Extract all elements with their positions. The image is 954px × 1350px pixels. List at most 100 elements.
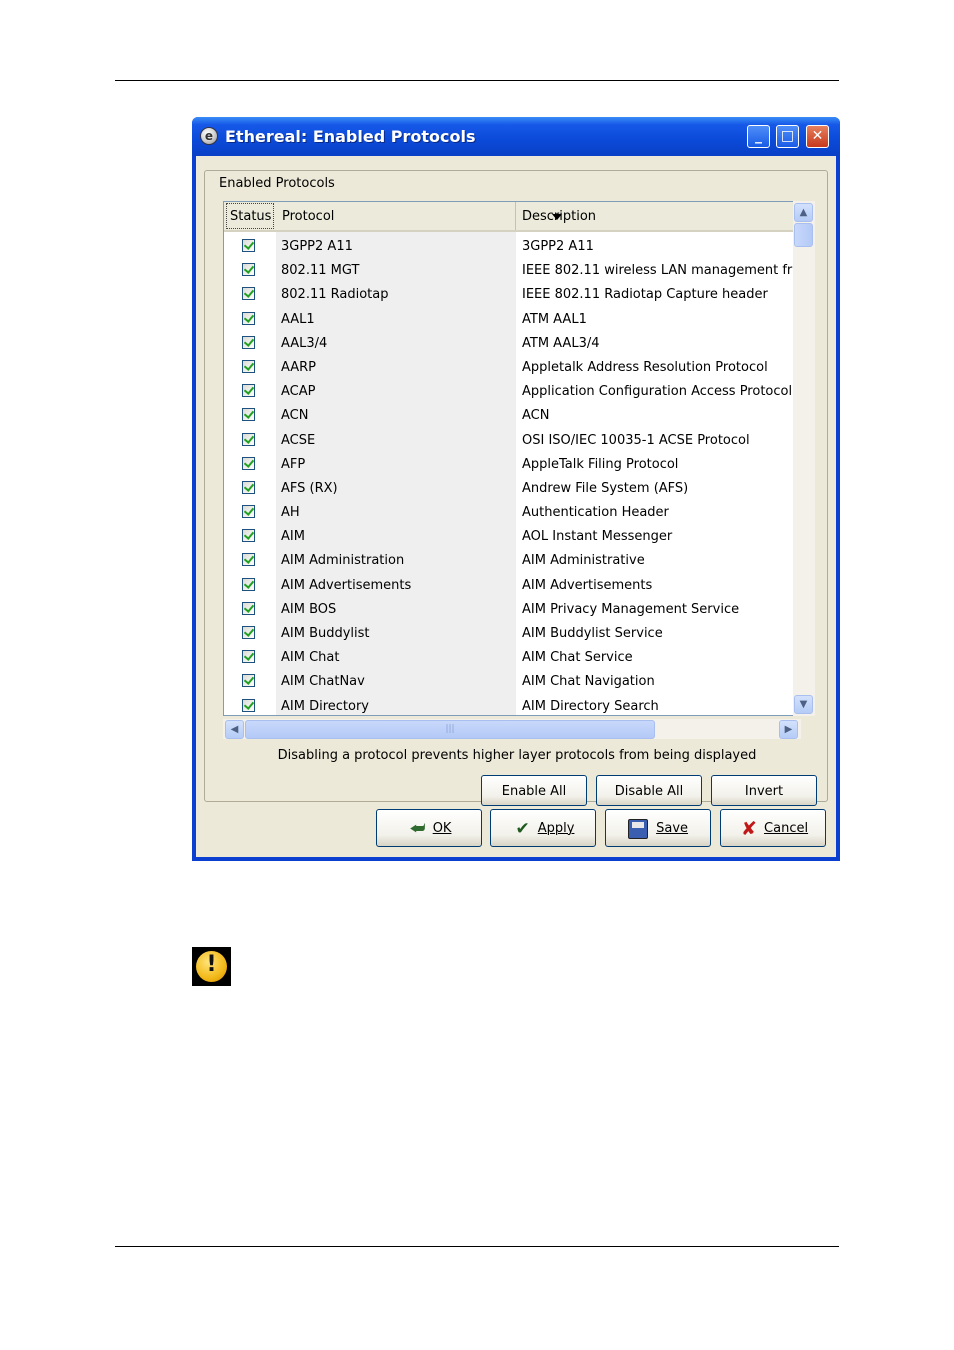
protocol-cell: AFP [276,449,516,474]
protocol-cell: AIM Directory [276,691,516,715]
status-cell [224,426,276,450]
table-row[interactable]: AIM ChatNav AIM Chat Navigation [224,667,800,692]
description-cell: ATM AAL1 [522,311,587,327]
table-row[interactable]: 802.11 MGT IEEE 802.11 wireless LAN manag… [224,256,800,281]
table-row[interactable]: AIM Directory AIM Directory Search [224,691,800,715]
protocol-cell: AFS (RX) [276,473,516,499]
table-row[interactable]: AIM Chat AIM Chat Service [224,643,800,668]
enabled-checkbox[interactable] [242,577,255,591]
enabled-checkbox[interactable] [242,263,255,277]
description-cell: IEEE 802.11 Radiotap Capture header [522,287,768,303]
enabled-checkbox[interactable] [242,698,255,712]
protocol-cell: AARP [276,352,516,378]
table-row[interactable]: AH Authentication Header [224,498,800,523]
status-cell [224,619,276,643]
column-header-status[interactable]: Status [226,203,274,229]
protocol-list[interactable]: Status Protocol Description 3GPP2 A11 3GP… [223,201,801,716]
protocol-cell: AIM Chat [276,643,516,668]
horizontal-scrollbar[interactable]: ◀ ||| ▶ [223,719,801,739]
apply-button[interactable]: ✔ Apply [490,809,596,847]
checkmark-icon: ✔ [515,819,530,839]
minimize-button[interactable]: _ [747,125,770,148]
horizontal-scroll-thumb[interactable]: ||| [245,720,655,739]
cancel-x-icon: ✘ [740,818,757,840]
enabled-checkbox[interactable] [242,335,255,349]
scroll-up-arrow-icon[interactable]: ▲ [794,203,813,222]
warning-icon: ! [192,947,231,986]
status-cell [224,643,276,667]
table-row[interactable]: AIM Buddylist AIM Buddylist Service [224,619,800,644]
protocol-cell: AIM Buddylist [276,619,516,644]
enabled-checkbox[interactable] [242,311,255,325]
close-button[interactable]: ✕ [806,125,829,148]
enabled-checkbox[interactable] [242,239,255,252]
enabled-checkbox[interactable] [242,480,255,494]
enabled-checkbox[interactable] [242,650,255,664]
ok-arrow-icon: ⮨ [409,819,426,839]
description-cell: Andrew File System (AFS) [522,480,689,496]
enabled-checkbox[interactable] [242,408,255,422]
protocol-cell: ACSE [276,425,516,450]
table-row[interactable]: ACN ACN [224,401,800,426]
warning-exclamation: ! [206,952,217,977]
description-cell: IEEE 802.11 wireless LAN management fram… [522,263,800,279]
ok-label: OK [432,821,452,836]
maximize-button[interactable]: □ [776,125,799,148]
enabled-checkbox[interactable] [242,553,255,567]
invert-button[interactable]: Invert [711,775,817,806]
page-bottom-rule [115,1246,839,1247]
floppy-disk-icon [627,819,648,839]
table-row[interactable]: AAL1 ATM AAL1 [224,304,800,329]
enabled-checkbox[interactable] [242,505,255,519]
description-cell: AIM Advertisements [522,577,653,593]
ethereal-app-icon[interactable]: e [200,127,218,145]
protocol-cell: 802.11 Radiotap [276,280,516,305]
table-row[interactable]: 3GPP2 A11 3GPP2 A11 [224,232,800,257]
table-row[interactable]: ACSE OSI ISO/IEC 10035-1 ACSE Protocol [224,425,800,450]
table-row[interactable]: AAL3/4 ATM AAL3/4 [224,328,800,353]
status-cell [224,401,276,425]
table-row[interactable]: AFS (RX) Andrew File System (AFS) [224,473,800,499]
group-label: Enabled Protocols [217,176,337,191]
table-row[interactable]: AIM BOS AIM Privacy Management Service [224,594,800,619]
table-row[interactable]: AIM Advertisements AIM Advertisements [224,570,800,595]
enabled-checkbox[interactable] [242,432,255,446]
enabled-checkbox[interactable] [242,529,255,543]
vertical-scrollbar[interactable]: ▲ ▼ [793,201,815,716]
description-cell: AIM Directory Search [522,698,659,714]
scroll-left-arrow-icon[interactable]: ◀ [225,720,244,739]
enabled-checkbox[interactable] [242,674,255,688]
scroll-right-arrow-icon[interactable]: ▶ [779,720,798,739]
enabled-checkbox[interactable] [242,287,255,301]
enabled-checkbox[interactable] [242,384,255,398]
protocol-cell: AAL3/4 [276,328,516,353]
table-row[interactable]: AARP Appletalk Address Resolution Protoco… [224,352,800,378]
disable-all-button[interactable]: Disable All [596,775,702,806]
table-row[interactable]: ACAP Application Configuration Access Pro… [224,377,800,402]
enabled-checkbox[interactable] [242,626,255,639]
save-button[interactable]: Save [605,809,711,847]
protocol-cell: 802.11 MGT [276,256,516,281]
status-cell [224,329,276,353]
enabled-checkbox[interactable] [242,456,255,470]
status-cell [224,450,276,474]
enable-all-button[interactable]: Enable All [481,775,587,806]
table-row[interactable]: 802.11 Radiotap IEEE 802.11 Radiotap Capt… [224,280,800,305]
scroll-down-arrow-icon[interactable]: ▼ [794,695,813,714]
description-cell: AIM Chat Navigation [522,674,655,690]
table-row[interactable]: AIM AOL Instant Messenger [224,522,800,547]
enabled-checkbox[interactable] [242,601,255,615]
vertical-scroll-thumb[interactable] [794,223,813,247]
table-row[interactable]: AIM Administration AIM Administrative [224,546,800,571]
enabled-checkbox[interactable] [242,359,255,373]
status-cell [224,377,276,401]
title-bar[interactable]: e Ethereal: Enabled Protocols _ □ ✕ [192,117,840,156]
status-cell [224,353,276,377]
table-row[interactable]: AFP AppleTalk Filing Protocol [224,449,800,474]
cancel-button[interactable]: ✘ Cancel [720,809,826,847]
status-cell [224,522,276,546]
ok-button[interactable]: ⮨ OK [376,809,482,847]
column-header-description[interactable]: Description [518,202,800,230]
disable-protocol-note: Disabling a protocol prevents higher lay… [277,748,757,763]
column-header-protocol[interactable]: Protocol [278,202,562,230]
